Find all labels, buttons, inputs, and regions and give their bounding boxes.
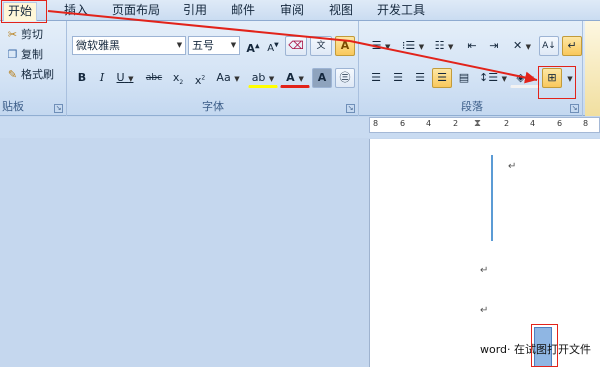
annotation-arrow-line	[47, 10, 351, 42]
annotation-arrow-line	[349, 40, 538, 84]
annotation-arrows	[47, 10, 538, 84]
